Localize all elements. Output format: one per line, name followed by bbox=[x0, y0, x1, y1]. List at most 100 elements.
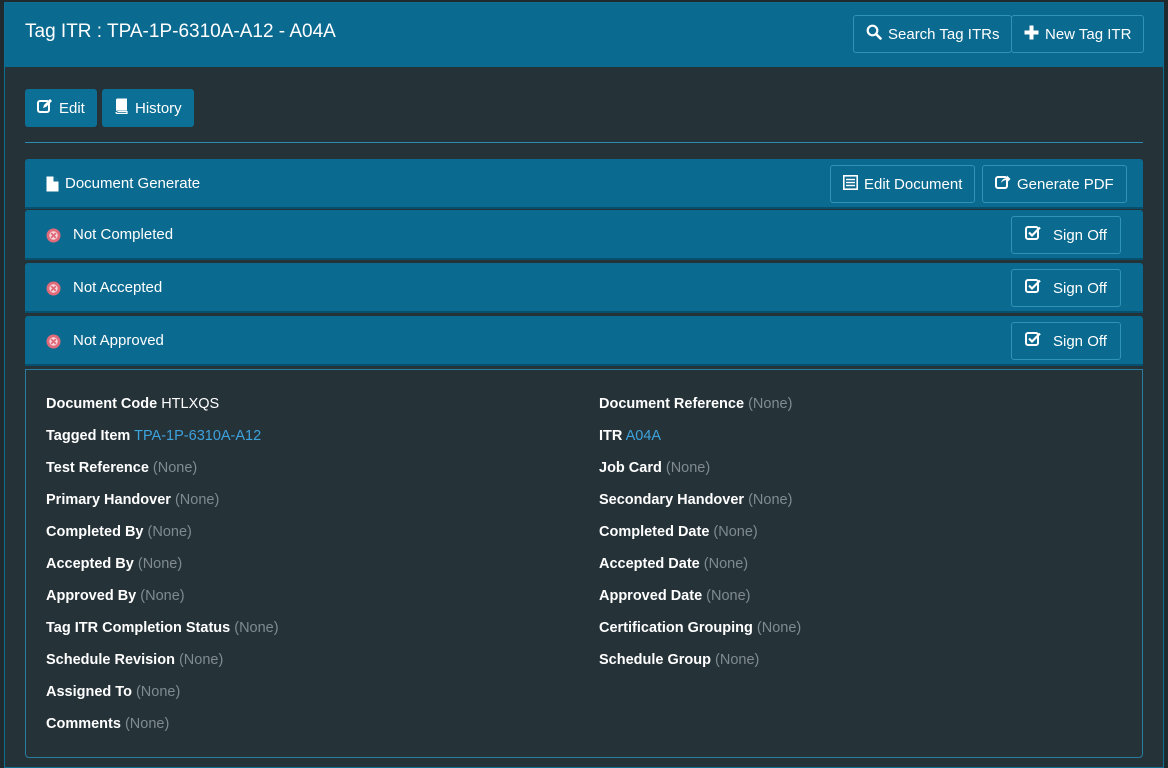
document-generate-panel: Document Generate Edit Document Generate… bbox=[25, 159, 1143, 209]
itr-link[interactable]: A04A bbox=[626, 428, 661, 444]
field-value: (None) bbox=[135, 684, 181, 700]
field-value: (None) bbox=[713, 524, 758, 540]
history-label: History bbox=[135, 99, 182, 117]
field-assigned-to: Assigned To (None) bbox=[46, 684, 180, 700]
field-label: Schedule Revision bbox=[46, 652, 175, 668]
field-label: Approved By bbox=[46, 588, 137, 604]
field-value: (None) bbox=[703, 556, 749, 572]
search-icon bbox=[866, 24, 882, 44]
check-square-icon bbox=[1025, 331, 1041, 351]
field-value: (None) bbox=[140, 588, 185, 604]
sign-off-button[interactable]: Sign Off bbox=[1011, 322, 1121, 360]
edit-button[interactable]: Edit bbox=[25, 89, 97, 127]
field-label: Assigned To bbox=[46, 684, 132, 700]
field-completion-status: Tag ITR Completion Status (None) bbox=[46, 620, 279, 636]
sign-off-label: Sign Off bbox=[1053, 226, 1107, 244]
status-panel-approved: Not Approved Sign Off bbox=[25, 316, 1143, 366]
new-tag-itr-label: New Tag ITR bbox=[1045, 25, 1132, 43]
field-label: Document Reference bbox=[599, 396, 745, 412]
field-value: (None) bbox=[147, 524, 192, 540]
field-label: Completed Date bbox=[599, 524, 710, 540]
document-generate-label: Document Generate bbox=[65, 175, 201, 192]
book-icon bbox=[114, 98, 129, 118]
field-value: (None) bbox=[124, 716, 170, 732]
field-label: Tag ITR Completion Status bbox=[46, 620, 231, 636]
field-value: (None) bbox=[137, 556, 183, 572]
field-label: ITR bbox=[599, 428, 623, 444]
generate-pdf-label: Generate PDF bbox=[1017, 175, 1114, 193]
field-job-card: Job Card (None) bbox=[599, 460, 710, 476]
field-approved-by: Approved By (None) bbox=[46, 588, 185, 604]
field-primary-handover: Primary Handover (None) bbox=[46, 492, 219, 508]
file-icon bbox=[46, 176, 59, 196]
field-completed-by: Completed By (None) bbox=[46, 524, 192, 540]
status-label: Not Accepted bbox=[73, 279, 163, 296]
generate-pdf-button[interactable]: Generate PDF bbox=[982, 165, 1127, 203]
page-title: Tag ITR : TPA-1P-6310A-A12 - A04A bbox=[25, 21, 336, 42]
field-value: (None) bbox=[665, 460, 711, 476]
field-schedule-group: Schedule Group (None) bbox=[599, 652, 759, 668]
field-document-reference: Document Reference (None) bbox=[599, 396, 792, 412]
history-button[interactable]: History bbox=[102, 89, 194, 127]
field-value: (None) bbox=[756, 620, 802, 636]
sign-off-button[interactable]: Sign Off bbox=[1011, 216, 1121, 254]
field-label: Completed By bbox=[46, 524, 144, 540]
field-value: (None) bbox=[152, 460, 198, 476]
new-tag-itr-button[interactable]: New Tag ITR bbox=[1011, 15, 1145, 53]
field-label: Comments bbox=[46, 716, 121, 732]
field-value: (None) bbox=[178, 652, 224, 668]
status-label: Not Approved bbox=[73, 332, 164, 349]
field-value: (None) bbox=[748, 396, 793, 412]
field-value: (None) bbox=[234, 620, 279, 636]
status-panel-accepted: Not Accepted Sign Off bbox=[25, 263, 1143, 313]
field-approved-date: Approved Date (None) bbox=[599, 588, 751, 604]
edit-label: Edit bbox=[59, 99, 85, 117]
field-label: Document Code bbox=[46, 396, 158, 412]
edit-document-button[interactable]: Edit Document bbox=[830, 165, 976, 203]
list-icon bbox=[843, 174, 858, 194]
field-label: Secondary Handover bbox=[599, 492, 745, 508]
status-label: Not Completed bbox=[73, 226, 174, 243]
field-label: Certification Grouping bbox=[599, 620, 753, 636]
field-comments: Comments (None) bbox=[46, 716, 169, 732]
field-label: Primary Handover bbox=[46, 492, 171, 508]
field-label: Tagged Item bbox=[46, 428, 131, 444]
edit-document-label: Edit Document bbox=[864, 175, 963, 193]
field-value: (None) bbox=[748, 492, 793, 508]
field-schedule-revision: Schedule Revision (None) bbox=[46, 652, 223, 668]
search-tag-itrs-button[interactable]: Search Tag ITRs bbox=[853, 15, 1013, 53]
field-label: Approved Date bbox=[599, 588, 703, 604]
times-circle-icon bbox=[46, 334, 61, 353]
section-divider bbox=[25, 142, 1143, 143]
field-itr: ITR A04A bbox=[599, 428, 661, 444]
search-tag-itrs-label: Search Tag ITRs bbox=[888, 25, 1000, 43]
details-panel: Document Code HTLXQS Tagged Item TPA-1P-… bbox=[25, 369, 1143, 758]
field-label: Job Card bbox=[599, 460, 662, 476]
field-secondary-handover: Secondary Handover (None) bbox=[599, 492, 792, 508]
sign-off-label: Sign Off bbox=[1053, 332, 1107, 350]
check-square-icon bbox=[1025, 278, 1041, 298]
times-circle-icon bbox=[46, 281, 61, 300]
field-completed-date: Completed Date (None) bbox=[599, 524, 758, 540]
field-label: Accepted Date bbox=[599, 556, 700, 572]
sign-off-label: Sign Off bbox=[1053, 279, 1107, 297]
plus-icon bbox=[1024, 25, 1039, 44]
field-label: Accepted By bbox=[46, 556, 134, 572]
tagged-item-link[interactable]: TPA-1P-6310A-A12 bbox=[134, 428, 261, 444]
field-accepted-date: Accepted Date (None) bbox=[599, 556, 748, 572]
field-value: (None) bbox=[706, 588, 751, 604]
times-circle-icon bbox=[46, 228, 61, 247]
check-square-icon bbox=[1025, 225, 1041, 245]
status-panel-completed: Not Completed Sign Off bbox=[25, 210, 1143, 260]
field-value: (None) bbox=[174, 492, 220, 508]
share-icon bbox=[995, 174, 1011, 194]
field-test-reference: Test Reference (None) bbox=[46, 460, 197, 476]
field-certification-grouping: Certification Grouping (None) bbox=[599, 620, 801, 636]
field-value: (None) bbox=[715, 652, 760, 668]
field-label: Schedule Group bbox=[599, 652, 711, 668]
tag-itr-page: Tag ITR : TPA-1P-6310A-A12 - A04A Search… bbox=[4, 2, 1164, 768]
page-header: Tag ITR : TPA-1P-6310A-A12 - A04A Search… bbox=[5, 3, 1163, 67]
field-label: Test Reference bbox=[46, 460, 149, 476]
sign-off-button[interactable]: Sign Off bbox=[1011, 269, 1121, 307]
edit-icon bbox=[37, 98, 53, 118]
